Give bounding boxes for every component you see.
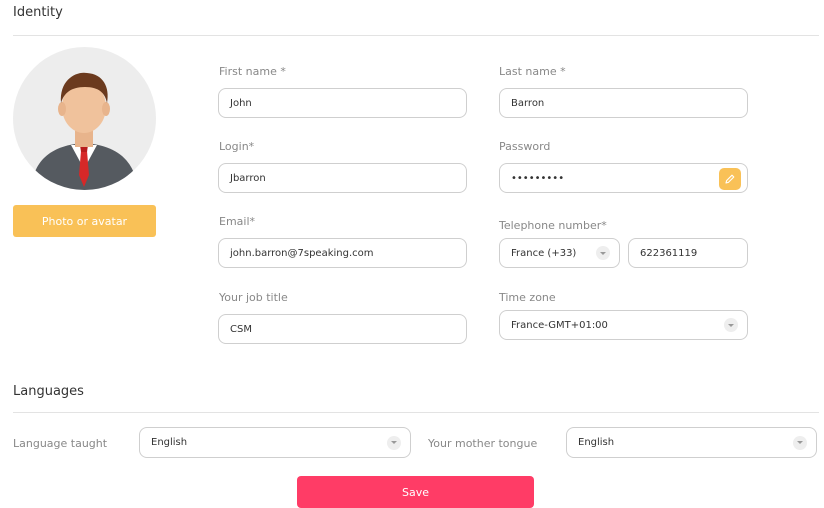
chevron-down-icon xyxy=(596,246,610,260)
password-value: ••••••••• xyxy=(511,172,565,184)
mother-tongue-label: Your mother tongue xyxy=(428,437,538,450)
login-label: Login* xyxy=(219,140,255,153)
time-zone-label: Time zone xyxy=(499,291,556,304)
languages-section-title: Languages xyxy=(13,384,84,399)
language-taught-label: Language taught xyxy=(13,437,108,450)
save-button[interactable]: Save xyxy=(297,476,534,508)
email-label: Email* xyxy=(219,215,256,228)
language-taught-select[interactable]: English xyxy=(139,427,411,458)
last-name-label: Last name * xyxy=(499,65,566,78)
edit-password-button[interactable] xyxy=(719,168,741,190)
chevron-down-icon xyxy=(387,435,401,450)
chevron-down-icon xyxy=(793,435,807,450)
first-name-value: John xyxy=(230,97,252,109)
first-name-label: First name * xyxy=(219,65,286,78)
language-taught-value: English xyxy=(151,437,188,448)
mother-tongue-select[interactable]: English xyxy=(566,427,817,458)
email-value: john.barron@7speaking.com xyxy=(230,247,374,259)
chevron-down-icon xyxy=(724,318,738,332)
time-zone-select[interactable]: France-GMT+01:00 xyxy=(499,310,748,340)
password-label: Password xyxy=(499,140,551,153)
time-zone-value: France-GMT+01:00 xyxy=(511,319,608,331)
email-field[interactable]: john.barron@7speaking.com xyxy=(218,238,467,268)
person-avatar-icon xyxy=(31,72,138,190)
identity-divider xyxy=(13,35,819,36)
mother-tongue-value: English xyxy=(578,437,615,448)
password-field[interactable]: ••••••••• xyxy=(499,163,748,193)
pencil-icon xyxy=(725,174,735,184)
login-value: Jbarron xyxy=(230,172,266,184)
first-name-field[interactable]: John xyxy=(218,88,467,118)
avatar xyxy=(13,47,156,190)
telephone-number-field[interactable]: 622361119 xyxy=(628,238,748,268)
country-code-select[interactable]: France (+33) xyxy=(499,238,620,268)
country-code-value: France (+33) xyxy=(511,247,577,259)
last-name-field[interactable]: Barron xyxy=(499,88,748,118)
job-title-value: CSM xyxy=(230,323,252,335)
languages-divider xyxy=(13,412,819,413)
last-name-value: Barron xyxy=(511,97,545,109)
identity-section-title: Identity xyxy=(13,5,63,20)
job-title-label: Your job title xyxy=(219,291,288,304)
telephone-number-value: 622361119 xyxy=(640,247,698,259)
login-field[interactable]: Jbarron xyxy=(218,163,467,193)
job-title-field[interactable]: CSM xyxy=(218,314,467,344)
photo-or-avatar-button[interactable]: Photo or avatar xyxy=(13,205,156,237)
telephone-label: Telephone number* xyxy=(499,219,607,232)
